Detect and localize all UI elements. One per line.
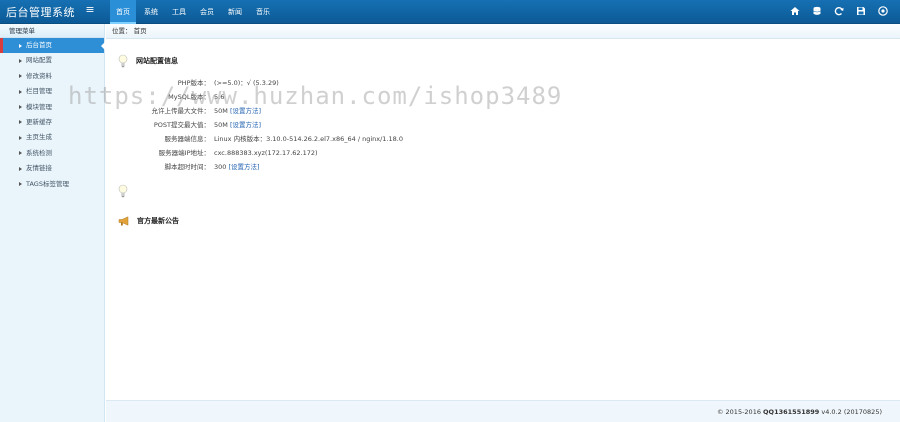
spacer-bulb bbox=[118, 184, 128, 198]
info-key: 服务器端信息： bbox=[164, 135, 211, 143]
sidebar-item-system-check[interactable]: 系统检测 bbox=[0, 146, 104, 161]
version: v4.0.2 (20170825) bbox=[819, 408, 882, 416]
sidebar-item-label: 系统检测 bbox=[26, 148, 52, 157]
lightbulb-icon bbox=[118, 54, 128, 68]
sidebar-item-tags[interactable]: TAGS标签管理 bbox=[0, 177, 104, 192]
main-nav: 首页 系统 工具 会员 新闻 音乐 bbox=[110, 0, 278, 24]
info-value: 300 [设置方法] bbox=[214, 163, 260, 171]
sidebar-item-label: 网站配置 bbox=[26, 56, 52, 65]
notice-section-title: 官方最新公告 bbox=[137, 217, 179, 225]
breadcrumb-label: 位置： bbox=[112, 27, 132, 35]
caret-right-icon bbox=[19, 89, 22, 94]
notice-section-header: 官方最新公告 bbox=[118, 216, 179, 226]
home-icon[interactable] bbox=[790, 6, 800, 16]
info-key: POST提交最大值： bbox=[153, 121, 210, 129]
nav-music[interactable]: 音乐 bbox=[250, 0, 276, 24]
info-value: Linux 内核版本：3.10.0-514.26.2.el7.x86_64 / … bbox=[214, 135, 403, 143]
sidebar-item-label: 更新缓存 bbox=[26, 117, 52, 126]
sidebar-title: 管理菜单 bbox=[0, 24, 104, 38]
menu-toggle-icon[interactable]: ≡ bbox=[84, 4, 96, 16]
save-icon[interactable] bbox=[856, 6, 866, 16]
sidebar-item-site-config[interactable]: 网站配置 bbox=[0, 53, 104, 68]
caret-right-icon bbox=[19, 74, 22, 79]
lightbulb-icon bbox=[118, 184, 128, 198]
database-icon[interactable] bbox=[812, 6, 822, 16]
sidebar-item-dashboard[interactable]: 后台首页 bbox=[0, 38, 105, 54]
toolbar-icons bbox=[790, 6, 888, 16]
caret-right-icon bbox=[19, 182, 22, 187]
breadcrumb-current[interactable]: 首页 bbox=[134, 27, 147, 35]
nav-home[interactable]: 首页 bbox=[110, 0, 136, 24]
info-value: 50M [设置方法] bbox=[214, 121, 262, 129]
nav-news[interactable]: 新闻 bbox=[222, 0, 248, 24]
sidebar-item-label: 模块管理 bbox=[26, 102, 52, 111]
refresh-icon[interactable] bbox=[834, 6, 844, 16]
sidebar-item-generate-home[interactable]: 主页生成 bbox=[0, 130, 104, 145]
sidebar-item-label: 修改资料 bbox=[26, 71, 52, 80]
caret-right-icon bbox=[19, 151, 22, 156]
info-row: POST提交最大值： 50M [设置方法] bbox=[106, 120, 506, 130]
breadcrumb: 位置： 首页 bbox=[106, 24, 900, 39]
caret-right-icon bbox=[19, 135, 22, 140]
sidebar-item-label: 友情链接 bbox=[26, 164, 52, 173]
megaphone-icon bbox=[118, 216, 129, 226]
info-row: 服务器端信息： Linux 内核版本：3.10.0-514.26.2.el7.x… bbox=[106, 134, 506, 144]
config-section-title: 网站配置信息 bbox=[136, 57, 178, 65]
qq-number: QQ1361551899 bbox=[763, 408, 820, 416]
caret-right-icon bbox=[19, 105, 22, 110]
caret-right-icon bbox=[19, 43, 22, 48]
info-key: 服务器端IP地址： bbox=[158, 149, 210, 157]
info-key: 脚本超时时间： bbox=[164, 163, 211, 171]
watermark: https://www.huzhan.com/ishop3489 bbox=[68, 82, 563, 110]
copyright: © 2015-2016 bbox=[716, 408, 764, 416]
footer: © 2015-2016 QQ1361551899 v4.0.2 (2017082… bbox=[106, 400, 900, 422]
sidebar-item-label: TAGS标签管理 bbox=[26, 179, 69, 188]
nav-tools[interactable]: 工具 bbox=[166, 0, 192, 24]
app-logo: 后台管理系统 bbox=[6, 6, 75, 19]
config-section-header: 网站配置信息 bbox=[118, 54, 178, 68]
settings-link[interactable]: [设置方法] bbox=[230, 121, 261, 129]
settings-link[interactable]: [设置方法] bbox=[228, 163, 259, 171]
top-bar: 后台管理系统 ≡ 首页 系统 工具 会员 新闻 音乐 bbox=[0, 0, 900, 24]
info-value: cxc.888383.xyz(172.17.62.172) bbox=[214, 149, 318, 157]
info-row: 脚本超时时间： 300 [设置方法] bbox=[106, 162, 506, 172]
nav-members[interactable]: 会员 bbox=[194, 0, 220, 24]
nav-system[interactable]: 系统 bbox=[138, 0, 164, 24]
sidebar-item-label: 主页生成 bbox=[26, 133, 52, 142]
sidebar-item-label: 栏目管理 bbox=[26, 87, 52, 96]
caret-right-icon bbox=[19, 58, 22, 63]
caret-right-icon bbox=[19, 120, 22, 125]
sidebar-item-links[interactable]: 友情链接 bbox=[0, 161, 104, 176]
footer-text: © 2015-2016 QQ1361551899 v4.0.2 (2017082… bbox=[717, 408, 882, 416]
logout-icon[interactable] bbox=[878, 6, 888, 16]
sidebar-item-label: 后台首页 bbox=[26, 41, 52, 49]
sidebar-item-cache[interactable]: 更新缓存 bbox=[0, 115, 104, 130]
info-row: 服务器端IP地址： cxc.888383.xyz(172.17.62.172) bbox=[106, 148, 506, 158]
caret-right-icon bbox=[19, 166, 22, 171]
